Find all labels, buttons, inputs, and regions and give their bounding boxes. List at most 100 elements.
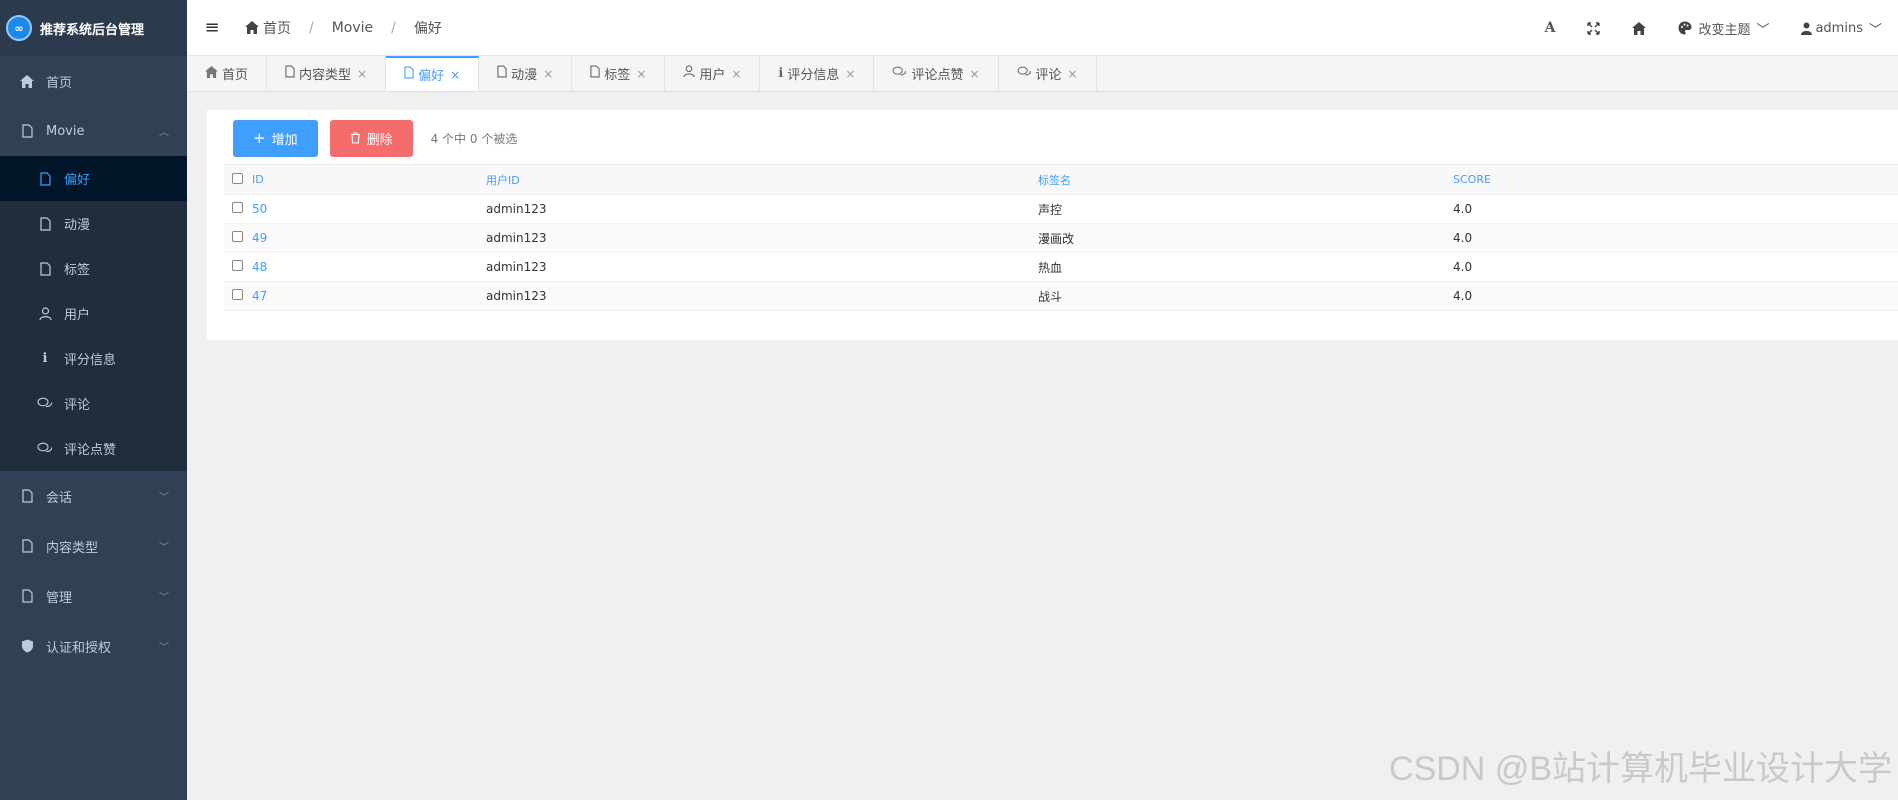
sidebar-item-movie[interactable]: Movie ︿ (0, 106, 187, 156)
sidebar-item-comment[interactable]: 评论 (0, 381, 187, 426)
plus-icon: + (253, 129, 266, 147)
sidebar-item-label: 评分信息 (64, 353, 117, 368)
close-icon[interactable]: × (969, 67, 979, 81)
info-icon: ℹ (42, 351, 48, 366)
delete-button[interactable]: 删除 (329, 119, 413, 157)
id-link[interactable]: 49 (252, 231, 267, 245)
home-icon[interactable] (1616, 21, 1662, 35)
sidebar-item-label: 评论 (64, 398, 91, 413)
sidebar-item-user[interactable]: 用户 (0, 291, 187, 336)
table-header-row: ID 用户ID 标签名 SCORE (224, 164, 1898, 195)
close-icon[interactable]: × (450, 68, 460, 82)
sidebar-item-anime[interactable]: 动漫 (0, 201, 187, 246)
column-header-score[interactable]: SCORE (1453, 164, 1898, 195)
sidebar-item-admin[interactable]: 管理 ﹀ (0, 571, 187, 621)
close-icon[interactable]: × (731, 67, 741, 81)
row-checkbox[interactable] (232, 289, 243, 300)
column-header-id[interactable]: ID (252, 164, 486, 195)
user-icon (36, 306, 54, 321)
infinity-logo-icon: ∞ (6, 15, 32, 41)
tab-home[interactable]: 首页 (187, 56, 268, 91)
breadcrumb-movie[interactable]: Movie (332, 20, 373, 36)
chevron-down-icon: ﹀ (159, 592, 169, 604)
id-link[interactable]: 48 (252, 260, 267, 274)
select-all-checkbox[interactable] (232, 172, 243, 184)
user-menu[interactable]: admins ﹀ (1785, 19, 1898, 38)
row-checkbox[interactable] (232, 260, 243, 271)
app-logo: ∞ 推荐系统后台管理 (0, 0, 187, 56)
tab-bar: 首页 内容类型 × 偏好 × 动漫 × 标签 × 用户 × ℹ 评分信息 × 评… (187, 56, 1898, 92)
column-header-user-id[interactable]: 用户ID (486, 164, 1038, 195)
close-icon[interactable]: × (543, 67, 553, 81)
sidebar: ∞ 推荐系统后台管理 首页 Movie ︿ 偏好 动漫 标签 用户 ℹ 评分信息… (0, 0, 187, 800)
chevron-down-icon: ﹀ (159, 642, 169, 654)
score-cell: 4.0 (1453, 281, 1898, 311)
tab-rating[interactable]: ℹ 评分信息 × (760, 56, 875, 91)
content-card: + 增加 删除 4 个中 0 个被选 ID 用户ID 标签名 SCORE 50 … (207, 110, 1898, 340)
sidebar-item-label: 偏好 (64, 173, 91, 188)
tab-preference[interactable]: 偏好 × (386, 56, 480, 91)
sidebar-item-rating[interactable]: ℹ 评分信息 (0, 336, 187, 381)
header-actions: A 改变主题 ﹀ admins ﹀ (1529, 0, 1898, 56)
tab-anime[interactable]: 动漫 × (479, 56, 573, 91)
chevron-down-icon: ﹀ (159, 492, 169, 504)
theme-switcher[interactable]: 改变主题 ﹀ (1662, 19, 1785, 38)
row-checkbox-cell (224, 223, 252, 253)
comment-icon (36, 397, 54, 410)
tab-comment-like[interactable]: 评论点赞 × (874, 56, 999, 91)
tab-tag[interactable]: 标签 × (572, 56, 666, 91)
add-button[interactable]: + 增加 (233, 119, 318, 157)
sidebar-item-label: 认证和授权 (46, 640, 112, 656)
sidebar-item-comment-like[interactable]: 评论点赞 (0, 426, 187, 471)
row-checkbox-cell (224, 194, 252, 224)
sidebar-item-session[interactable]: 会话 ﹀ (0, 471, 187, 521)
app-title: 推荐系统后台管理 (40, 22, 145, 38)
tab-content-type[interactable]: 内容类型 × (267, 56, 387, 91)
sidebar-item-tag[interactable]: 标签 (0, 246, 187, 291)
file-icon (18, 489, 36, 503)
chevron-down-icon: ﹀ (159, 542, 169, 554)
tab-user[interactable]: 用户 × (665, 56, 761, 91)
info-icon: ℹ (778, 66, 784, 81)
breadcrumb-separator: / (309, 19, 314, 36)
close-icon[interactable]: × (845, 67, 855, 81)
tab-comment[interactable]: 评论 × (999, 56, 1097, 91)
toolbar: + 增加 删除 4 个中 0 个被选 (207, 110, 1898, 166)
user-id-cell: admin123 (486, 281, 1038, 311)
file-icon (590, 65, 600, 82)
file-icon (18, 124, 36, 138)
sidebar-item-auth[interactable]: 认证和授权 ﹀ (0, 621, 187, 671)
id-link[interactable]: 50 (252, 202, 267, 216)
score-cell: 4.0 (1453, 194, 1898, 224)
font-size-button[interactable]: A (1529, 20, 1572, 36)
home-icon (18, 74, 36, 88)
fullscreen-icon[interactable] (1571, 21, 1616, 35)
score-cell: 4.0 (1453, 223, 1898, 253)
menu-toggle-icon[interactable]: ≡ (187, 17, 237, 38)
close-icon[interactable]: × (357, 67, 367, 81)
palette-icon (1678, 21, 1692, 35)
comment-icon (1017, 66, 1032, 82)
sidebar-item-content-type[interactable]: 内容类型 ﹀ (0, 521, 187, 571)
preference-table: ID 用户ID 标签名 SCORE 50 admin123 声控 4.0 49 … (224, 164, 1898, 311)
row-checkbox[interactable] (232, 202, 243, 213)
trash-icon (350, 132, 360, 144)
sidebar-item-home[interactable]: 首页 (0, 56, 187, 106)
sidebar-item-preference[interactable]: 偏好 (0, 156, 187, 201)
sidebar-item-label: 会话 (46, 490, 73, 506)
user-icon (683, 65, 695, 82)
row-checkbox-cell (224, 252, 252, 282)
sidebar-item-label: 动漫 (64, 218, 91, 233)
id-link[interactable]: 47 (252, 289, 267, 303)
close-icon[interactable]: × (636, 67, 646, 81)
close-icon[interactable]: × (1068, 67, 1078, 81)
row-checkbox[interactable] (232, 231, 243, 242)
column-header-tag-name[interactable]: 标签名 (1038, 164, 1453, 195)
id-cell: 50 (252, 194, 486, 224)
breadcrumb-current: 偏好 (413, 20, 442, 37)
home-icon (205, 65, 218, 82)
chevron-down-icon: ﹀ (1756, 22, 1770, 38)
sidebar-item-label: 评论点赞 (64, 443, 117, 458)
breadcrumb-separator: / (391, 19, 396, 36)
breadcrumb-home[interactable]: 首页 (245, 18, 291, 38)
